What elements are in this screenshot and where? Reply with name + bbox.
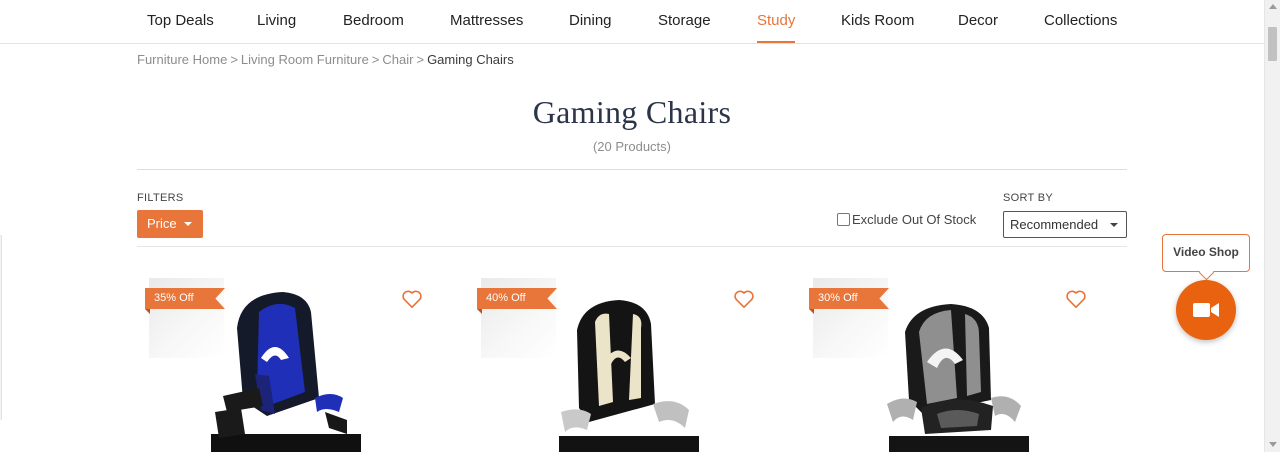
nav-item-storage[interactable]: Storage — [658, 0, 711, 43]
exclude-out-of-stock-label: Exclude Out Of Stock — [852, 212, 977, 227]
nav-item-kids-room[interactable]: Kids Room — [841, 0, 914, 43]
product-count: (20 Products) — [592, 139, 672, 154]
scroll-down-arrow-icon[interactable] — [1269, 442, 1277, 447]
nav-item-living[interactable]: Living — [257, 0, 296, 43]
badge-fold — [145, 309, 150, 314]
exclude-out-of-stock-toggle[interactable]: Exclude Out Of Stock — [837, 212, 976, 227]
discount-badge: 30% Off — [809, 288, 889, 309]
breadcrumb-link-chair[interactable]: Chair — [382, 52, 413, 67]
breadcrumb-separator: > — [371, 52, 380, 67]
nav-item-collections[interactable]: Collections — [1044, 0, 1117, 43]
heart-wishlist-icon[interactable] — [1065, 289, 1087, 309]
breadcrumb-separator: > — [230, 52, 238, 67]
product-card[interactable]: 30% Off — [801, 278, 1101, 452]
price-filter-button[interactable]: Price — [137, 210, 203, 238]
top-navigation: Top Deals Living Bedroom Mattresses Dini… — [0, 0, 1264, 44]
page-scrollbar[interactable] — [1264, 0, 1280, 452]
filters-label: FILTERS — [137, 192, 184, 204]
breadcrumb-current: Gaming Chairs — [427, 52, 514, 67]
exclude-out-of-stock-checkbox[interactable] — [837, 213, 850, 226]
product-card[interactable]: 40% Off — [469, 278, 769, 452]
heart-wishlist-icon[interactable] — [401, 289, 423, 309]
product-image — [559, 300, 699, 452]
heart-wishlist-icon[interactable] — [733, 289, 755, 309]
nav-item-dining[interactable]: Dining — [569, 0, 612, 43]
nav-item-top-deals[interactable]: Top Deals — [147, 0, 214, 43]
scrollbar-thumb[interactable] — [1268, 27, 1277, 61]
price-filter-label: Price — [147, 216, 177, 231]
product-image — [887, 304, 1029, 452]
scroll-up-arrow-icon[interactable] — [1269, 4, 1277, 9]
nav-item-bedroom[interactable]: Bedroom — [343, 0, 404, 43]
discount-badge: 35% Off — [145, 288, 225, 309]
left-side-panel-edge — [0, 235, 2, 420]
breadcrumb-separator: > — [416, 52, 425, 67]
breadcrumb-link-furniture-home[interactable]: Furniture Home — [137, 52, 227, 67]
nav-item-decor[interactable]: Decor — [958, 0, 998, 43]
page-title: Gaming Chairs — [532, 94, 732, 130]
video-shop-button[interactable] — [1176, 280, 1236, 340]
discount-badge: 40% Off — [477, 288, 557, 309]
product-image — [211, 292, 361, 452]
caret-down-icon — [184, 222, 192, 226]
divider — [137, 169, 1127, 170]
badge-fold — [809, 309, 814, 314]
video-camera-icon — [1193, 303, 1219, 317]
video-shop-tooltip[interactable]: Video Shop — [1162, 234, 1250, 272]
nav-item-study[interactable]: Study — [757, 0, 796, 43]
badge-fold — [477, 309, 482, 314]
divider — [137, 246, 1127, 247]
caret-down-icon — [1110, 223, 1118, 227]
breadcrumb-link-living-room-furniture[interactable]: Living Room Furniture — [241, 52, 369, 67]
video-shop-label: Video Shop — [1173, 245, 1239, 259]
sort-by-label: SORT BY — [1003, 192, 1053, 204]
breadcrumb: Furniture Home > Living Room Furniture > Cha… — [137, 52, 514, 67]
sort-select[interactable]: Recommended — [1003, 211, 1127, 238]
sort-selected-value: Recommended — [1010, 217, 1099, 232]
product-card[interactable]: 35% Off — [137, 278, 437, 452]
nav-item-mattresses[interactable]: Mattresses — [450, 0, 523, 43]
